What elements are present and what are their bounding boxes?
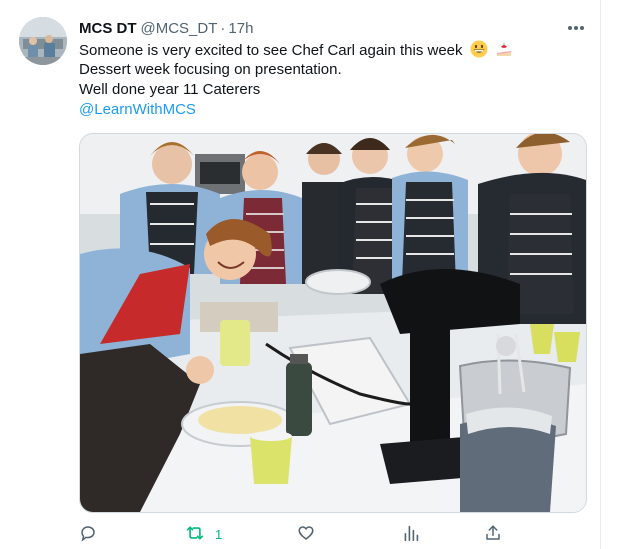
tweet-text: Someone is very excited to see Chef Carl… — [79, 40, 589, 120]
retweet-button[interactable]: 1 — [185, 522, 222, 546]
grinning-face-emoji-icon — [470, 40, 488, 64]
tweet-line-1-text: Someone is very excited to see Chef Carl… — [79, 42, 463, 59]
more-options-icon[interactable] — [566, 18, 586, 38]
timestamp[interactable]: 17h — [228, 20, 253, 37]
like-button[interactable] — [297, 522, 315, 546]
mention-link[interactable]: @LearnWithMCS — [79, 101, 196, 118]
tweet-line-3: Well done year 11 Caterers — [79, 81, 261, 98]
tweet-photo[interactable] — [79, 133, 587, 513]
timeline-divider — [600, 0, 601, 549]
reply-icon — [79, 524, 97, 545]
retweet-icon — [185, 524, 205, 545]
retweet-count: 1 — [215, 526, 223, 542]
tweet-card[interactable]: MCS DT @MCS_DT · 17h Someone is very exc… — [0, 0, 601, 549]
reply-button[interactable] — [79, 522, 97, 546]
shortcake-emoji-icon — [495, 40, 513, 64]
separator-dot: · — [220, 19, 226, 37]
analytics-button[interactable] — [403, 522, 419, 546]
kitchen-photo-illustration — [80, 134, 586, 512]
avatar[interactable] — [19, 17, 67, 65]
tweet-line-1: Someone is very excited to see Chef Carl… — [79, 40, 589, 60]
tweet-mention-line: @LearnWithMCS — [79, 100, 589, 120]
display-name[interactable]: MCS DT — [79, 20, 137, 37]
heart-icon — [297, 524, 315, 545]
share-icon — [484, 524, 502, 545]
analytics-icon — [403, 524, 419, 545]
share-button[interactable] — [484, 522, 502, 546]
tweet-header: MCS DT @MCS_DT · 17h — [79, 18, 253, 38]
user-handle[interactable]: @MCS_DT — [141, 20, 218, 37]
action-bar: 1 — [79, 522, 509, 546]
